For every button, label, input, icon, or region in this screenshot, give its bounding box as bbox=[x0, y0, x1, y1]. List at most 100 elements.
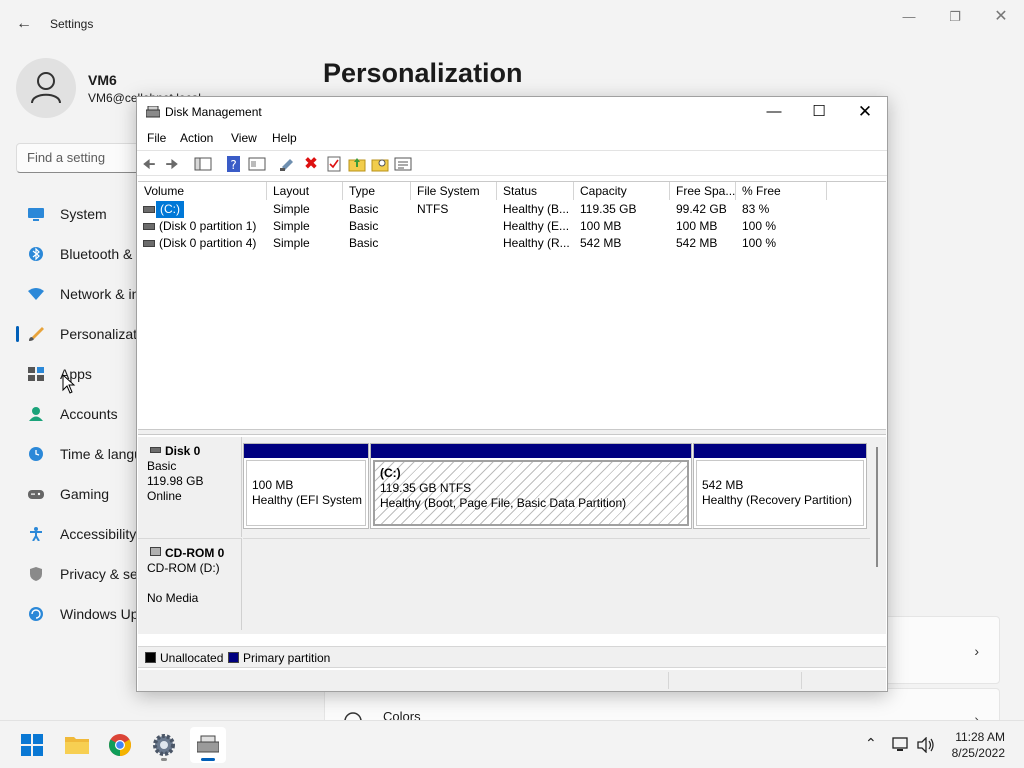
shield-icon bbox=[30, 567, 42, 581]
volume-name: (Disk 0 partition 1) bbox=[159, 219, 257, 233]
minimize-icon[interactable]: — bbox=[894, 8, 924, 26]
partition-size: 542 MB bbox=[702, 478, 744, 492]
menu-view[interactable]: View bbox=[231, 131, 257, 145]
minimize-icon[interactable]: — bbox=[751, 97, 797, 127]
user-name: VM6 bbox=[88, 72, 117, 88]
column-header-capacity[interactable]: Capacity bbox=[574, 182, 670, 200]
checklist-icon[interactable] bbox=[325, 155, 343, 173]
connect-icon[interactable] bbox=[279, 155, 297, 173]
close-icon[interactable]: ✕ bbox=[986, 8, 1016, 26]
scrollbar-thumb[interactable] bbox=[876, 447, 878, 567]
disk-state: Online bbox=[147, 489, 182, 503]
update-icon bbox=[29, 607, 43, 621]
legend-swatch-unallocated bbox=[145, 652, 156, 663]
start-button[interactable] bbox=[14, 727, 50, 763]
legend-unallocated: Unallocated bbox=[160, 651, 224, 665]
volume-type: Basic bbox=[349, 236, 379, 250]
partition-c[interactable]: (C:) 119.35 GB NTFS Healthy (Boot, Page … bbox=[370, 443, 692, 529]
gamepad-icon bbox=[28, 490, 44, 499]
cd-drive-icon bbox=[150, 547, 161, 556]
legend-primary: Primary partition bbox=[243, 651, 331, 665]
mouse-cursor-icon bbox=[62, 374, 76, 394]
user-icon bbox=[31, 72, 61, 104]
column-header-filesystem[interactable]: File System bbox=[411, 182, 497, 200]
svg-text:?: ? bbox=[230, 158, 236, 172]
table-row[interactable]: (Disk 0 partition 1) Simple Basic Health… bbox=[138, 218, 886, 235]
settings-app-title: Settings bbox=[50, 17, 94, 31]
details-list-icon[interactable] bbox=[394, 155, 412, 173]
taskbar-file-explorer[interactable] bbox=[59, 727, 95, 763]
properties-icon[interactable] bbox=[248, 155, 266, 173]
close-icon[interactable]: ✕ bbox=[842, 97, 888, 127]
partition-efi[interactable]: 100 MB Healthy (EFI System Partition) bbox=[243, 443, 369, 529]
vertical-scrollbar[interactable] bbox=[870, 437, 884, 634]
disk-size: 119.98 GB bbox=[147, 474, 204, 488]
disk-kind: CD-ROM (D:) bbox=[147, 561, 220, 575]
running-indicator bbox=[201, 758, 215, 761]
nav-label: Accounts bbox=[60, 406, 118, 422]
brush-icon bbox=[29, 327, 44, 341]
network-icon[interactable] bbox=[892, 737, 910, 753]
forward-arrow-icon[interactable]: 🠊 bbox=[163, 155, 181, 173]
disk-graphical-view[interactable]: Disk 0 Basic 119.98 GB Online 100 MB Hea… bbox=[138, 437, 886, 634]
partition-status: Healthy (Boot, Page File, Basic Data Par… bbox=[380, 496, 627, 510]
volume-free: 99.42 GB bbox=[676, 202, 727, 216]
taskbar-settings[interactable] bbox=[146, 727, 182, 763]
taskbar: ⌃ 11:28 AM 8/25/2022 bbox=[0, 720, 1024, 768]
column-header-volume[interactable]: Volume bbox=[138, 182, 267, 200]
disk-name: CD-ROM 0 bbox=[165, 546, 225, 560]
help-icon[interactable]: ? bbox=[225, 155, 243, 173]
column-header-percent-free[interactable]: % Free bbox=[736, 182, 827, 200]
disk-0-label[interactable]: Disk 0 Basic 119.98 GB Online bbox=[138, 437, 242, 537]
chevron-up-icon[interactable]: ⌃ bbox=[865, 735, 877, 752]
status-separator bbox=[801, 672, 802, 689]
column-header-type[interactable]: Type bbox=[343, 182, 411, 200]
partition-recovery[interactable]: 542 MB Healthy (Recovery Partition) bbox=[693, 443, 867, 529]
volume-capacity: 542 MB bbox=[580, 236, 622, 250]
partition-status: Healthy (EFI System Partition) bbox=[252, 493, 365, 507]
taskbar-disk-management[interactable] bbox=[190, 727, 226, 763]
apps-icon bbox=[28, 367, 44, 381]
delete-icon[interactable]: ✖ bbox=[302, 155, 320, 173]
folder-up-icon[interactable] bbox=[348, 155, 366, 173]
back-arrow-icon[interactable]: 🠈 bbox=[140, 155, 158, 173]
taskbar-chrome[interactable] bbox=[102, 727, 138, 763]
menu-help[interactable]: Help bbox=[272, 131, 297, 145]
table-row[interactable]: (Disk 0 partition 4) Simple Basic Health… bbox=[138, 235, 886, 252]
disk-management-window[interactable]: Disk Management — ☐ ✕ File Action View H… bbox=[136, 96, 888, 692]
cdrom-0-label[interactable]: CD-ROM 0 CD-ROM (D:) No Media bbox=[138, 538, 242, 630]
disk-media: No Media bbox=[147, 591, 199, 605]
nav-label: Gaming bbox=[60, 486, 110, 502]
console-tree-icon[interactable] bbox=[194, 155, 212, 173]
accessibility-icon bbox=[30, 527, 42, 541]
status-bar bbox=[138, 670, 886, 691]
pane-splitter[interactable] bbox=[138, 429, 886, 435]
volume-name: (C:) bbox=[156, 201, 184, 218]
primary-partition-stripe bbox=[244, 444, 368, 458]
volume-layout: Simple bbox=[273, 219, 310, 233]
nav-label: System bbox=[60, 206, 107, 222]
volume-list[interactable]: Volume Layout Type File System Status Ca… bbox=[138, 181, 886, 429]
partition-size: 100 MB bbox=[252, 478, 294, 492]
volume-fs: NTFS bbox=[417, 202, 449, 216]
column-header-free-space[interactable]: Free Spa... bbox=[670, 182, 736, 200]
clock[interactable]: 11:28 AM 8/25/2022 bbox=[952, 729, 1005, 761]
dm-titlebar[interactable]: Disk Management — ☐ ✕ bbox=[137, 97, 887, 127]
disk-name: Disk 0 bbox=[165, 444, 201, 458]
volume-percent-free: 100 % bbox=[742, 219, 777, 233]
column-header-layout[interactable]: Layout bbox=[267, 182, 343, 200]
legend: Unallocated Primary partition bbox=[138, 646, 886, 668]
folder-search-icon[interactable] bbox=[371, 155, 389, 173]
menu-action[interactable]: Action bbox=[180, 131, 213, 145]
person-icon bbox=[29, 407, 43, 421]
back-arrow-icon[interactable]: ← bbox=[14, 14, 34, 34]
partition-name: (C:) bbox=[380, 466, 401, 480]
maximize-icon[interactable]: ☐ bbox=[796, 97, 842, 127]
volume-icon[interactable] bbox=[917, 737, 935, 753]
restore-icon[interactable]: ❐ bbox=[940, 8, 970, 26]
table-row[interactable]: (C:) Simple Basic NTFS Healthy (B... 119… bbox=[138, 201, 886, 218]
column-header-status[interactable]: Status bbox=[497, 182, 574, 200]
menu-file[interactable]: File bbox=[147, 131, 166, 145]
avatar[interactable] bbox=[16, 58, 76, 118]
volume-percent-free: 100 % bbox=[742, 236, 777, 250]
